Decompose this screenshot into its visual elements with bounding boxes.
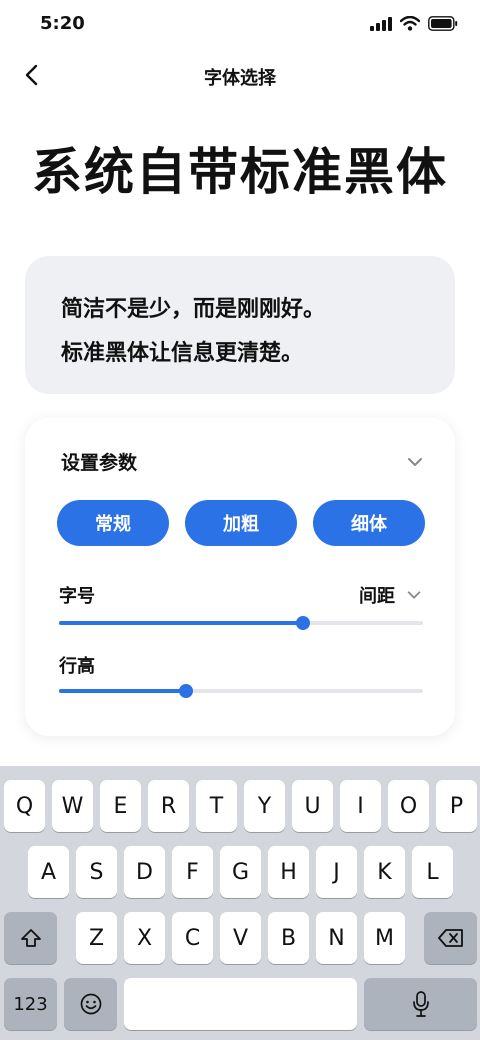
slider-thumb[interactable] — [179, 684, 194, 698]
page-title: 系统自带标准黑体 — [32, 143, 448, 201]
slider-thumb[interactable] — [295, 616, 310, 630]
keyboard: QWERTYUIOP ASDFGHJKL ZXCVBNM 123 — [0, 766, 480, 1040]
line-height-slider[interactable] — [59, 683, 423, 699]
emoji-icon — [80, 993, 101, 1015]
font-size-slider[interactable] — [59, 615, 423, 631]
key-z[interactable]: Z — [76, 912, 117, 964]
slider-fill — [59, 621, 303, 625]
key-m[interactable]: M — [364, 912, 405, 964]
chevron-down-icon — [407, 591, 421, 599]
key-h[interactable]: H — [268, 846, 309, 898]
font-size-label: 字号 — [59, 586, 95, 607]
key-t[interactable]: T — [196, 780, 237, 832]
key-a[interactable]: A — [28, 846, 69, 898]
key-d[interactable]: D — [124, 846, 165, 898]
key-l[interactable]: L — [412, 846, 453, 898]
key-w[interactable]: W — [52, 780, 93, 832]
microphone-icon — [412, 991, 429, 1017]
status-bar: 5:20 — [0, 0, 480, 50]
preview-card: 简洁不是少，而是刚刚好。 标准黑体让信息更清楚。 — [25, 256, 455, 394]
delete-key[interactable] — [424, 912, 477, 964]
numbers-key[interactable]: 123 — [4, 978, 57, 1030]
key-b[interactable]: B — [268, 912, 309, 964]
chevron-down-icon — [408, 458, 422, 466]
settings-collapse-toggle[interactable] — [405, 452, 425, 472]
space-key[interactable] — [124, 978, 357, 1030]
key-o[interactable]: O — [388, 780, 429, 832]
key-e[interactable]: E — [100, 780, 141, 832]
screen: 5:20 字体选择 系统自带标准黑体 简洁不是少，而是刚刚好。 标准黑体让信息更… — [0, 0, 480, 1040]
key-r[interactable]: R — [148, 780, 189, 832]
key-v[interactable]: V — [220, 912, 261, 964]
battery-icon — [428, 16, 458, 31]
key-x[interactable]: X — [124, 912, 165, 964]
key-n[interactable]: N — [316, 912, 357, 964]
key-u[interactable]: U — [292, 780, 333, 832]
shift-icon — [20, 929, 41, 947]
key-k[interactable]: K — [364, 846, 405, 898]
spacing-label: 间距 — [359, 586, 395, 607]
spacing-select[interactable]: 间距 — [359, 582, 423, 608]
preview-line-2: 标准黑体让信息更清楚。 — [61, 341, 304, 366]
font-style-buttons: 常规 加粗 细体 — [57, 500, 425, 546]
key-i[interactable]: I — [340, 780, 381, 832]
style-regular-button[interactable]: 常规 — [57, 500, 169, 546]
line-height-label: 行高 — [59, 656, 95, 677]
style-light-button[interactable]: 细体 — [313, 500, 425, 546]
preview-line-1: 简洁不是少，而是刚刚好。 — [61, 297, 326, 322]
key-s[interactable]: S — [76, 846, 117, 898]
settings-title: 设置参数 — [61, 452, 138, 474]
emoji-key[interactable] — [64, 978, 117, 1030]
style-bold-button[interactable]: 加粗 — [185, 500, 297, 546]
key-y[interactable]: Y — [244, 780, 285, 832]
key-p[interactable]: P — [436, 780, 477, 832]
status-icons — [370, 16, 458, 31]
backspace-icon — [437, 929, 463, 947]
nav-bar: 字体选择 — [0, 52, 480, 98]
nav-title: 字体选择 — [204, 68, 276, 89]
settings-card: 设置参数 常规 加粗 细体 字号 间距 行高 — [25, 418, 455, 736]
status-time: 5:20 — [40, 13, 85, 34]
signal-icon — [370, 16, 392, 31]
wifi-icon — [400, 16, 420, 31]
key-j[interactable]: J — [316, 846, 357, 898]
key-c[interactable]: C — [172, 912, 213, 964]
slider-fill — [59, 689, 187, 693]
key-q[interactable]: Q — [4, 780, 45, 832]
shift-key[interactable] — [4, 912, 57, 964]
key-f[interactable]: F — [172, 846, 213, 898]
dictation-key[interactable] — [364, 978, 477, 1030]
key-g[interactable]: G — [220, 846, 261, 898]
